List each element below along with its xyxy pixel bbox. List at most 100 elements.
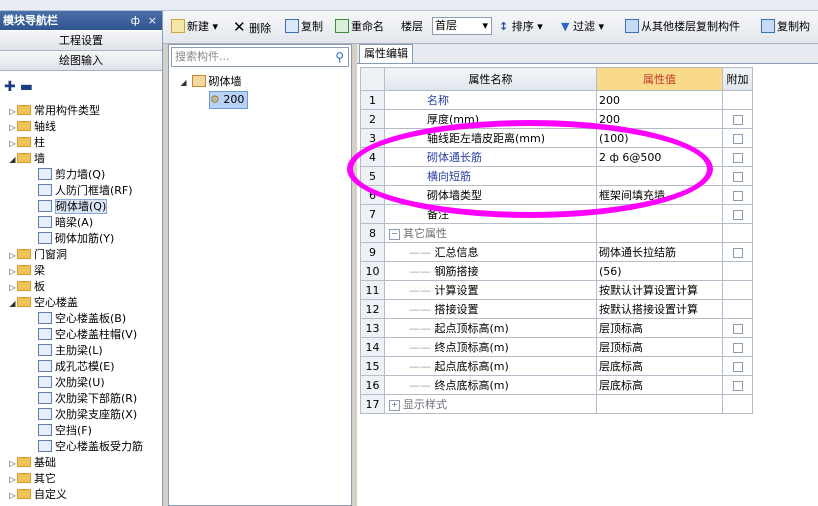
rename-button[interactable]: 重命名 <box>335 18 384 36</box>
col-header-name[interactable]: 属性名称 <box>384 67 597 91</box>
property-value-cell[interactable]: (56) <box>596 261 723 281</box>
nav-tree-item[interactable]: ▷ 柱 <box>8 135 170 151</box>
extra-checkbox[interactable] <box>732 190 743 201</box>
table-row[interactable]: 13 —— 起点顶标高(m) 层顶标高 <box>360 318 753 338</box>
table-row[interactable]: 10 —— 钢筋搭接 (56) <box>360 261 753 281</box>
extra-checkbox[interactable] <box>732 323 743 334</box>
table-row[interactable]: 4 砌体通长筋 2 ф 6@500 <box>360 147 753 167</box>
collapse-icon[interactable]: ◢ <box>8 296 17 312</box>
property-name-cell[interactable]: 砌体通长筋 <box>384 147 597 167</box>
expand-icon[interactable]: ▷ <box>8 472 17 488</box>
expand-icon[interactable]: ▷ <box>8 248 17 264</box>
nav-tree-item[interactable]: ◢ 墙 <box>8 151 170 167</box>
copy-component-button[interactable]: 复制构 <box>761 18 810 36</box>
property-name-cell[interactable]: 名称 <box>384 90 597 110</box>
extra-checkbox[interactable] <box>732 133 743 144</box>
collapse-icon[interactable]: − <box>389 228 400 240</box>
expand-icon[interactable]: ▷ <box>8 280 17 296</box>
close-icon[interactable]: × <box>148 11 157 30</box>
expand-icon[interactable]: + <box>389 399 400 411</box>
table-row[interactable]: 11 —— 计算设置 按默认计算设置计算 <box>360 280 753 300</box>
drawing-input-button[interactable]: 绘图输入 <box>0 51 162 71</box>
property-name-cell[interactable]: —— 搭接设置 <box>384 299 597 319</box>
nav-tree-item[interactable]: ▷ 轴线 <box>8 119 170 135</box>
table-row[interactable]: 16 —— 终点底标高(m) 层底标高 <box>360 375 753 395</box>
property-name-cell[interactable]: —— 终点底标高(m) <box>384 375 597 395</box>
property-value-cell[interactable]: (100) <box>596 128 723 148</box>
nav-tree-item[interactable]: ▷ 板 <box>8 279 170 295</box>
table-row[interactable]: 15 —— 起点底标高(m) 层底标高 <box>360 356 753 376</box>
property-name-cell[interactable]: —— 起点底标高(m) <box>384 356 597 376</box>
extra-checkbox[interactable] <box>732 152 743 163</box>
table-row[interactable]: 1 名称 200 <box>360 90 753 110</box>
nav-tree-item[interactable]: ▷ 自定义 <box>8 487 170 503</box>
property-value-cell[interactable] <box>596 166 723 186</box>
sort-button[interactable]: ↕ 排序 ▾ <box>499 18 543 36</box>
property-name-cell[interactable]: 横向短筋 <box>384 166 597 186</box>
pin-icon[interactable]: ф <box>131 11 140 30</box>
collapse-icon[interactable]: ◢ <box>179 75 188 91</box>
property-value-cell[interactable]: 200 <box>596 90 723 110</box>
property-value-cell[interactable]: 2 ф 6@500 <box>596 147 723 167</box>
table-row[interactable]: 2 厚度(mm) 200 <box>360 109 753 129</box>
property-name-cell[interactable]: —— 计算设置 <box>384 280 597 300</box>
nav-tree-item[interactable]: ▷ 基础 <box>8 455 170 471</box>
extra-checkbox[interactable] <box>732 247 743 258</box>
delete-button[interactable]: ✕ 删除 <box>233 18 271 36</box>
table-row[interactable]: 12 —— 搭接设置 按默认搭接设置计算 <box>360 299 753 319</box>
property-value-cell[interactable]: 层底标高 <box>596 375 723 395</box>
property-value-cell[interactable]: 按默认搭接设置计算 <box>596 299 723 319</box>
extra-checkbox[interactable] <box>732 342 743 353</box>
extra-checkbox[interactable] <box>732 361 743 372</box>
nav-tree-item[interactable]: ▷ 门窗洞 <box>8 247 170 263</box>
expand-icon[interactable]: ▷ <box>8 264 17 280</box>
filter-button[interactable]: ▼ 过滤 ▾ <box>561 18 604 36</box>
copy-from-floor-button[interactable]: 从其他楼层复制构件 <box>625 18 740 36</box>
tab-property-edit[interactable]: 属性编辑 <box>359 44 413 63</box>
copy-button[interactable]: 复制 <box>285 18 323 36</box>
col-header-extra[interactable]: 附加 <box>722 67 753 91</box>
new-button[interactable]: 新建 ▾ <box>171 18 218 36</box>
expand-collapse-tools[interactable]: ✚▬ <box>4 79 37 95</box>
expand-icon[interactable]: ▷ <box>8 120 17 136</box>
expand-icon[interactable]: ▷ <box>8 456 17 472</box>
property-name-cell[interactable]: 砌体墙类型 <box>384 185 597 205</box>
property-value-cell[interactable]: 200 <box>596 109 723 129</box>
nav-tree-item[interactable]: ▷ 其它 <box>8 471 170 487</box>
search-input[interactable]: 搜索构件... ⚲ <box>171 47 349 67</box>
property-value-cell[interactable] <box>596 204 723 224</box>
table-row[interactable]: 8− 其它属性 <box>360 223 753 243</box>
table-row[interactable]: 5 横向短筋 <box>360 166 753 186</box>
table-row[interactable]: 3 轴线距左墙皮距离(mm) (100) <box>360 128 753 148</box>
expand-icon[interactable]: ▷ <box>8 136 17 152</box>
property-name-cell[interactable]: —— 起点顶标高(m) <box>384 318 597 338</box>
extra-checkbox[interactable] <box>732 114 743 125</box>
nav-tree-item[interactable]: ◢ 空心楼盖 <box>8 295 170 311</box>
expand-icon[interactable]: ▷ <box>8 104 17 120</box>
collapse-icon[interactable]: ◢ <box>8 152 17 168</box>
table-row[interactable]: 9 —— 汇总信息 砌体通长拉结筋 <box>360 242 753 262</box>
extra-checkbox[interactable] <box>732 171 743 182</box>
floor-select[interactable]: 首层 ▾ <box>432 17 492 35</box>
property-name-cell[interactable]: —— 汇总信息 <box>384 242 597 262</box>
project-settings-button[interactable]: 工程设置 <box>0 31 162 51</box>
comp-tree-item-200[interactable]: ⚙ 200 <box>209 91 249 109</box>
property-name-cell[interactable]: —— 终点顶标高(m) <box>384 337 597 357</box>
property-name-cell[interactable]: − 其它属性 <box>384 223 597 243</box>
property-value-cell[interactable]: 层底标高 <box>596 356 723 376</box>
table-row[interactable]: 14 —— 终点顶标高(m) 层顶标高 <box>360 337 753 357</box>
property-name-cell[interactable]: + 显示样式 <box>384 394 597 414</box>
expand-all-icon[interactable]: ✚ <box>4 79 20 95</box>
expand-icon[interactable]: ▷ <box>8 488 17 504</box>
table-row[interactable]: 7 备注 <box>360 204 753 224</box>
table-row[interactable]: 6 砌体墙类型 框架间填充墙 <box>360 185 753 205</box>
col-header-value[interactable]: 属性值 <box>596 67 723 91</box>
search-icon[interactable]: ⚲ <box>335 48 344 66</box>
collapse-all-icon[interactable]: ▬ <box>20 79 37 95</box>
nav-tree-item[interactable]: ▷ 梁 <box>8 263 170 279</box>
property-name-cell[interactable]: —— 钢筋搭接 <box>384 261 597 281</box>
nav-tree-item[interactable]: ▷ 常用构件类型 <box>8 103 170 119</box>
extra-checkbox[interactable] <box>732 380 743 391</box>
table-row[interactable]: 17 + 显示样式 <box>360 394 753 414</box>
property-value-cell[interactable]: 按默认计算设置计算 <box>596 280 723 300</box>
